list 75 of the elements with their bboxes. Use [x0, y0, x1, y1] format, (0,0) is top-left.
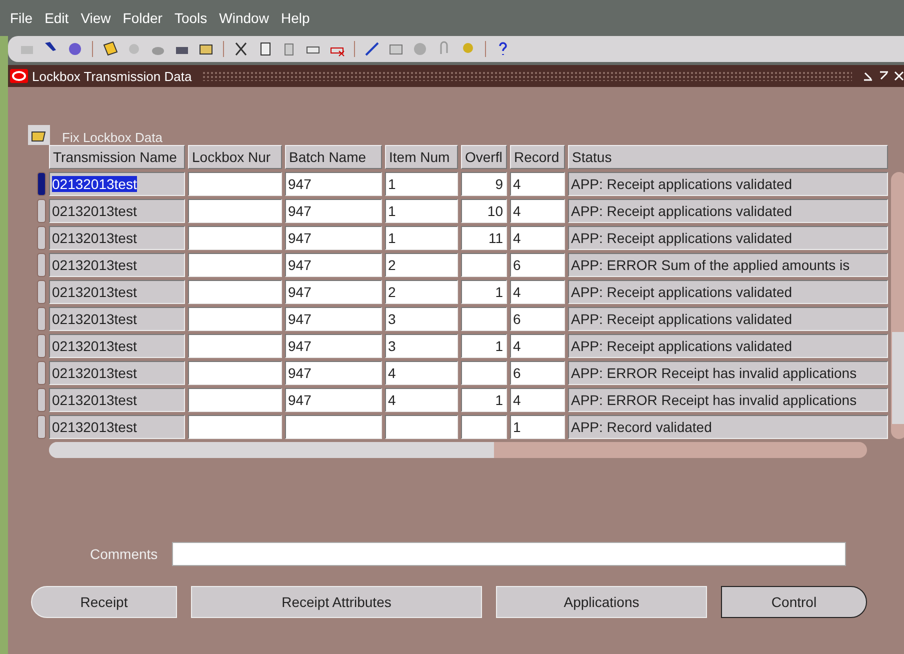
window-title: Lockbox Transmission Data	[32, 68, 192, 84]
menu-item[interactable]: Help	[280, 10, 310, 26]
table-cell[interactable]: 1	[461, 334, 507, 358]
table-cell[interactable]: 1	[385, 199, 458, 223]
table-cell[interactable]: 1	[461, 388, 507, 412]
table-cell[interactable]: 02132013test	[49, 334, 185, 358]
menu-item[interactable]: Window	[219, 10, 269, 26]
table-cell[interactable]: 02132013test	[49, 199, 185, 223]
table-cell[interactable]: 02132013test	[49, 226, 185, 250]
table-cell[interactable]: 947	[285, 172, 382, 196]
menu-item[interactable]: Edit	[44, 10, 69, 26]
table-cell[interactable]: 947	[285, 253, 382, 277]
table-cell[interactable]: 02132013test	[49, 361, 185, 385]
table-cell[interactable]: 4	[510, 388, 565, 412]
table-cell[interactable]: APP: Receipt applications validated	[568, 307, 888, 331]
column-header[interactable]: Status	[568, 145, 888, 169]
table-cell[interactable]: APP: Receipt applications validated	[568, 334, 888, 358]
action-button[interactable]: Receipt Attributes	[191, 586, 482, 618]
table-cell[interactable]: 02132013test	[49, 280, 185, 304]
table-cell[interactable]: APP: Record validated	[568, 415, 888, 439]
table-cell[interactable]: 4	[510, 226, 565, 250]
table-cell[interactable]: 4	[510, 280, 565, 304]
comments-label: Comments	[90, 546, 158, 562]
table-cell[interactable]: 4	[510, 334, 565, 358]
table-cell[interactable]: 2	[385, 253, 458, 277]
table-cell[interactable]: APP: ERROR Receipt has invalid applications	[568, 388, 888, 412]
table-cell[interactable]: 3	[385, 307, 458, 331]
action-button[interactable]: Applications	[496, 586, 707, 618]
column-header[interactable]: Lockbox Nur	[188, 145, 282, 169]
table-cell[interactable]: 947	[285, 307, 382, 331]
table-cell[interactable]: 947	[285, 280, 382, 304]
table-cell[interactable]: 02132013test	[49, 388, 185, 412]
column-header[interactable]: Batch Name	[285, 145, 382, 169]
table-cell[interactable]: APP: Receipt applications validated	[568, 199, 888, 223]
table-cell[interactable]: 10	[461, 199, 507, 223]
menu-item[interactable]: File	[10, 10, 33, 26]
table-cell[interactable]: 11	[461, 226, 507, 250]
table-cell[interactable]: 4	[385, 361, 458, 385]
table-cell[interactable]: 947	[285, 361, 382, 385]
table-cell[interactable]: 6	[510, 253, 565, 277]
table-cell[interactable]: 947	[285, 388, 382, 412]
table-cell[interactable]: APP: ERROR Sum of the applied amounts is	[568, 253, 888, 277]
table-cell[interactable]: 6	[510, 307, 565, 331]
table-cell[interactable]: 3	[385, 334, 458, 358]
table-cell[interactable]: 9	[461, 172, 507, 196]
table-cell[interactable]: 02132013test	[49, 307, 185, 331]
column-header[interactable]: Record	[510, 145, 565, 169]
action-button[interactable]: Control	[721, 586, 867, 618]
menu-item[interactable]: Tools	[174, 10, 208, 26]
table-cell[interactable]: 1	[510, 415, 565, 439]
column-header[interactable]: Item Num	[385, 145, 458, 169]
table-cell[interactable]: APP: Receipt applications validated	[568, 172, 888, 196]
table-cell[interactable]: 947	[285, 226, 382, 250]
column-header[interactable]: Overfl	[461, 145, 507, 169]
table-cell[interactable]: 4	[510, 172, 565, 196]
table-cell[interactable]: 947	[285, 199, 382, 223]
menu-item[interactable]: View	[80, 10, 111, 26]
table-cell[interactable]: APP: Receipt applications validated	[568, 226, 888, 250]
table-cell[interactable]: 947	[285, 334, 382, 358]
table-cell[interactable]: 4	[385, 388, 458, 412]
table-cell[interactable]: 1	[385, 172, 458, 196]
table-cell[interactable]: APP: ERROR Receipt has invalid applications	[568, 361, 888, 385]
table-cell[interactable]: 1	[385, 226, 458, 250]
table-cell[interactable]: 1	[461, 280, 507, 304]
table-cell[interactable]: 02132013test	[49, 172, 185, 196]
table-cell[interactable]: APP: Receipt applications validated	[568, 280, 888, 304]
action-button[interactable]: Receipt	[31, 586, 177, 618]
table-cell[interactable]: 2	[385, 280, 458, 304]
table-cell[interactable]: 02132013test	[49, 253, 185, 277]
folder-title: Fix Lockbox Data	[62, 130, 162, 145]
menu-item[interactable]: Folder	[122, 10, 162, 26]
table-cell[interactable]: 02132013test	[49, 415, 185, 439]
table-cell[interactable]: 6	[510, 361, 565, 385]
column-header[interactable]: Transmission Name	[49, 145, 185, 169]
table-cell[interactable]: 4	[510, 199, 565, 223]
